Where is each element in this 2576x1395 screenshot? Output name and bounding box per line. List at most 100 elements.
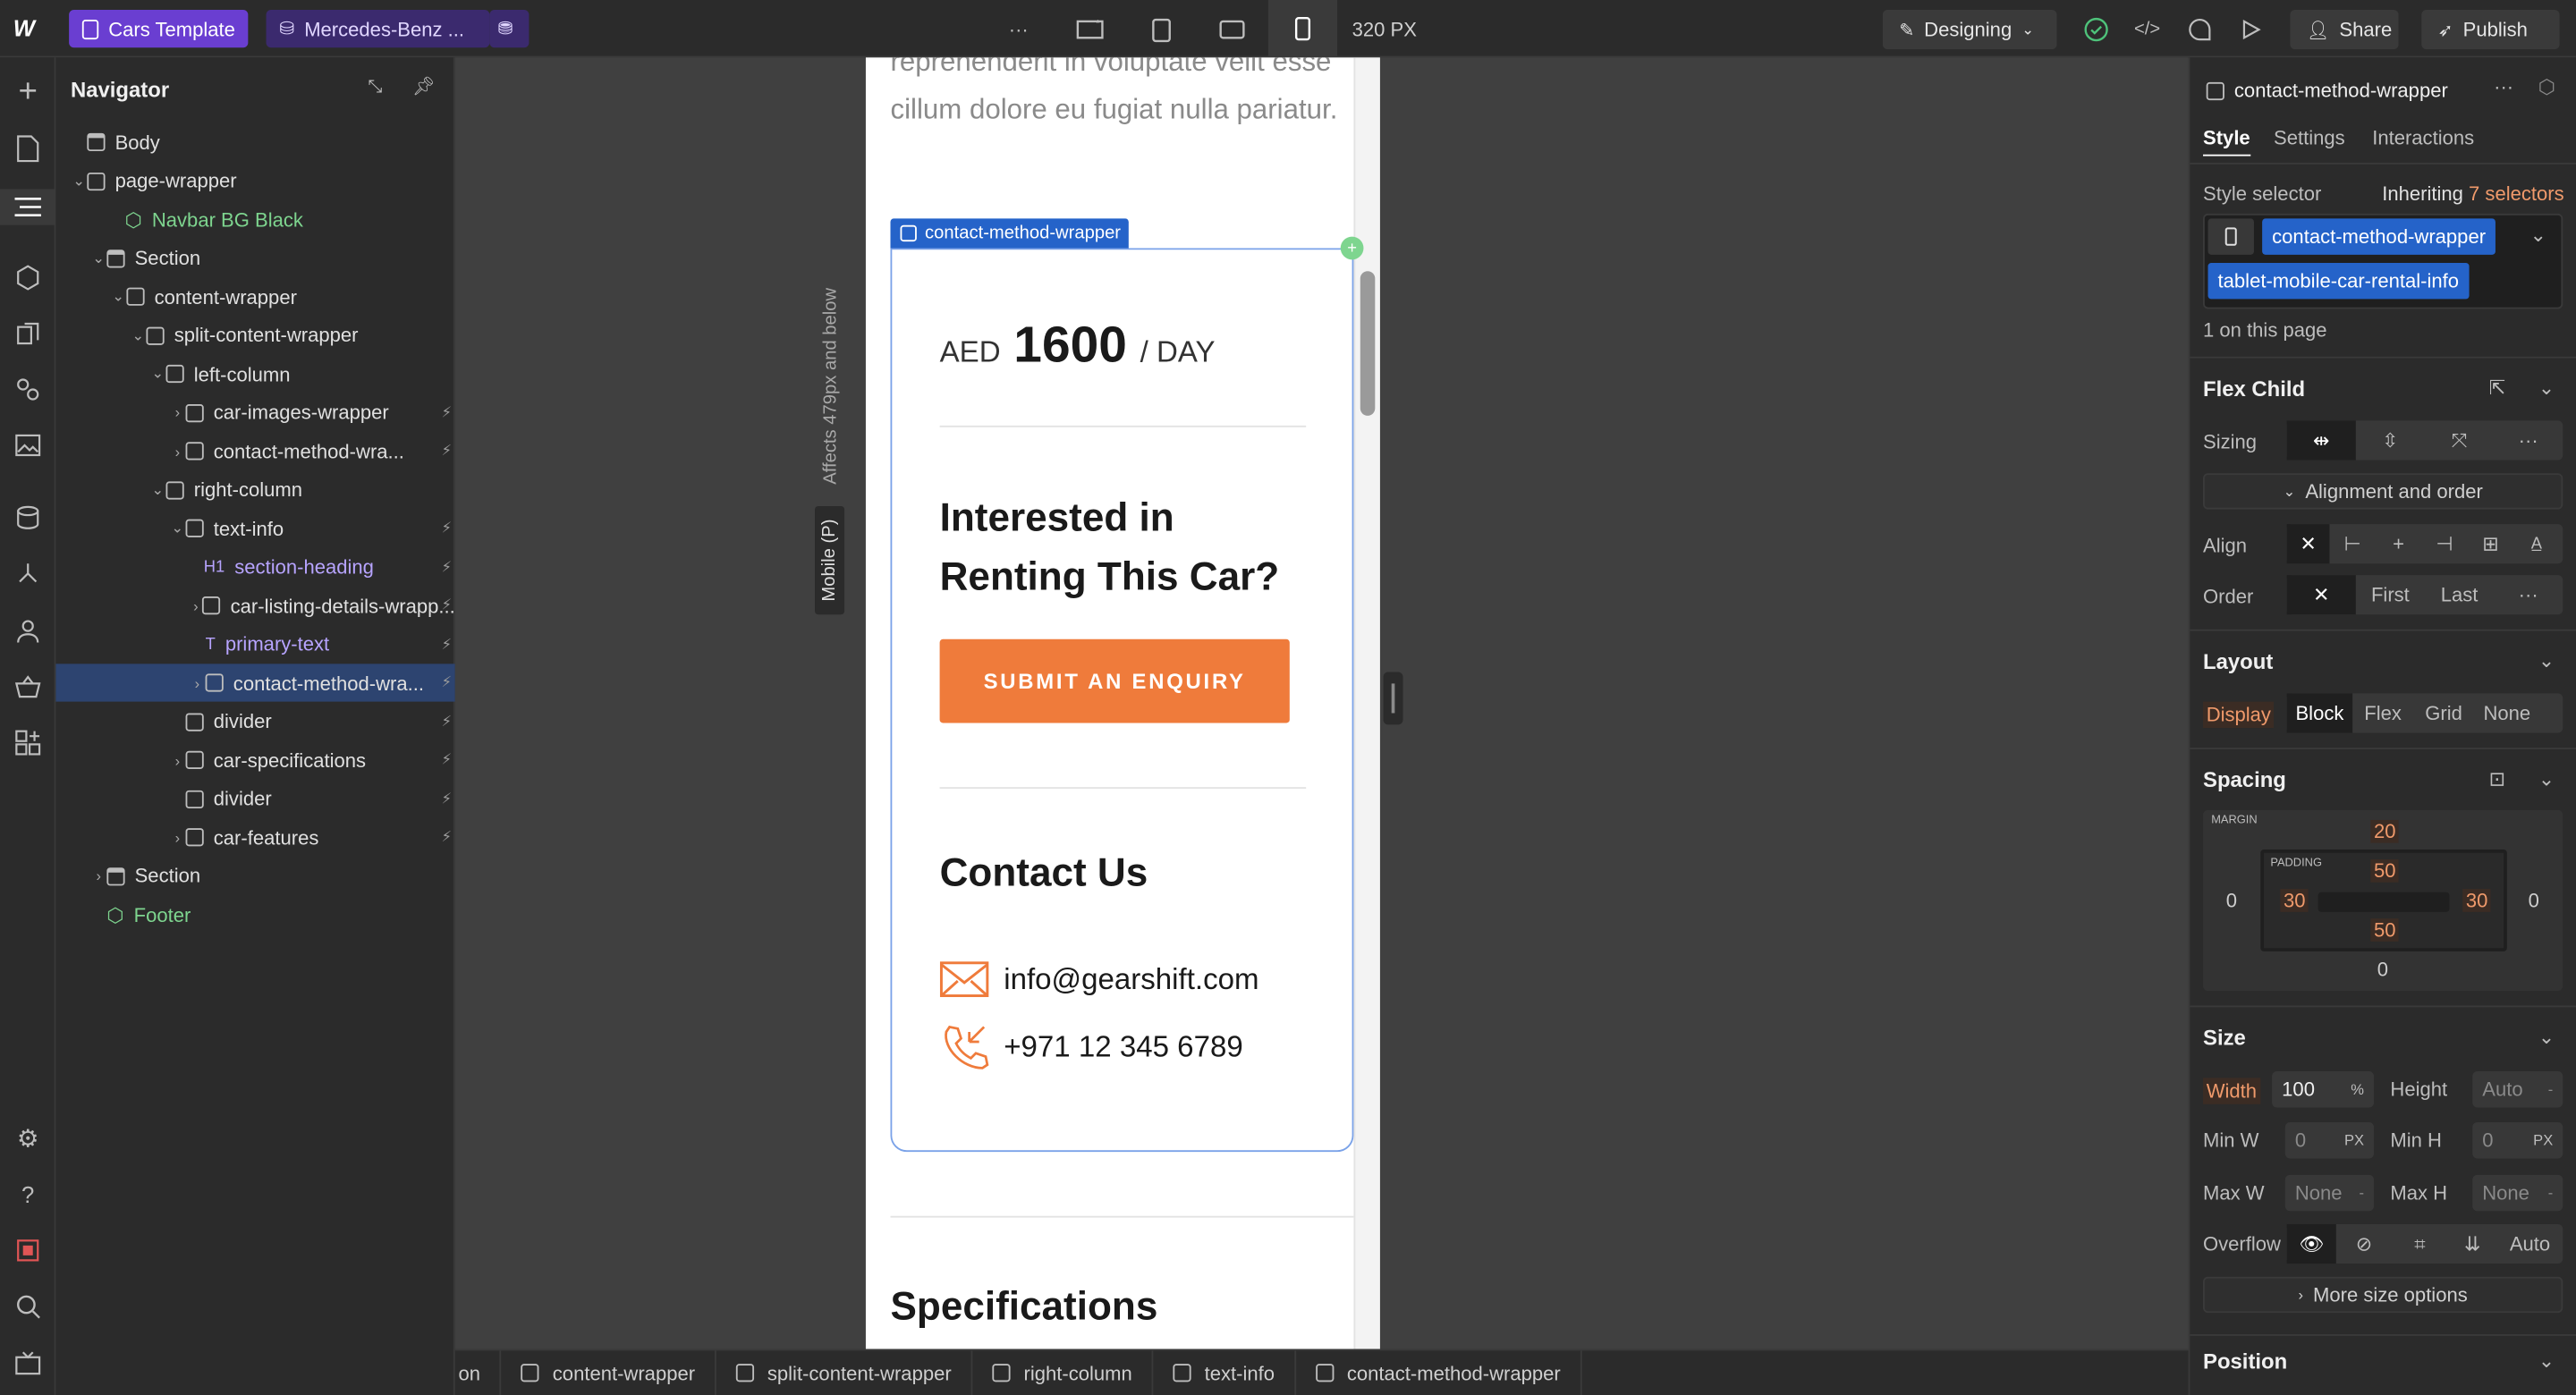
align-baseline-icon[interactable]: A̲: [2513, 535, 2559, 553]
align-end-icon[interactable]: ⊣: [2421, 532, 2467, 555]
order-first-button[interactable]: First: [2356, 583, 2425, 606]
breadcrumb-item[interactable]: contact-method-wrapper: [1296, 1349, 1582, 1395]
add-element-handle-icon[interactable]: +: [1340, 236, 1364, 260]
margin-top-value[interactable]: 20: [2370, 819, 2400, 843]
display-flex-button[interactable]: Flex: [2352, 702, 2413, 725]
sizing-grow-icon[interactable]: ⇳: [2356, 429, 2425, 452]
chevron-down-icon[interactable]: ⌄: [2530, 224, 2546, 247]
chevron-down-icon[interactable]: ⌄: [110, 288, 126, 306]
navigator-item[interactable]: › car-images-wrapper ⚡︎: [55, 393, 454, 431]
chevron-right-icon[interactable]: ›: [189, 597, 202, 613]
tab-settings[interactable]: Settings: [2274, 126, 2345, 149]
chevron-down-icon[interactable]: ⌄: [130, 326, 146, 344]
variables-icon[interactable]: [12, 373, 45, 406]
align-none-icon[interactable]: ✕: [2286, 524, 2330, 564]
check-circle-icon[interactable]: [2080, 13, 2113, 46]
order-more-icon[interactable]: ···: [2494, 583, 2563, 606]
more-size-options-toggle[interactable]: › More size options: [2203, 1276, 2563, 1314]
component-icon[interactable]: ⬡: [2538, 76, 2555, 99]
navigator-item[interactable]: ⌄ content-wrapper: [55, 278, 454, 316]
help-icon[interactable]: ?: [12, 1178, 45, 1211]
more-options-icon[interactable]: ···: [2494, 76, 2513, 99]
preview-play-icon[interactable]: [2234, 13, 2267, 46]
padding-bottom-value[interactable]: 50: [2370, 918, 2400, 942]
navigator-item[interactable]: › car-specifications ⚡︎: [55, 741, 454, 779]
assets-icon[interactable]: [12, 429, 45, 462]
navigator-item[interactable]: Tprimary-text ⚡︎: [55, 625, 454, 663]
sizing-more-icon[interactable]: ···: [2494, 429, 2563, 452]
submit-enquiry-button[interactable]: SUBMIT AN ENQUIRY: [939, 638, 1290, 723]
navigator-item[interactable]: › contact-method-wra... ⚡︎: [55, 664, 455, 702]
navigator-item[interactable]: ⌄ left-column: [55, 355, 454, 393]
collapse-chevron-icon[interactable]: ⌄: [2538, 767, 2555, 790]
align-stretch-icon[interactable]: ⊞: [2468, 532, 2513, 555]
width-unit[interactable]: %: [2351, 1081, 2364, 1097]
users-icon[interactable]: [12, 614, 45, 647]
margin-box[interactable]: MARGIN 20 0 0 0 PADDING 50 30 30 50: [2203, 809, 2563, 992]
selector-chip-combo[interactable]: tablet-mobile-car-rental-info: [2207, 263, 2470, 300]
chevron-down-icon[interactable]: ⌄: [149, 480, 165, 498]
navigator-item[interactable]: ⌄ right-column: [55, 470, 454, 508]
code-icon[interactable]: </>: [2131, 13, 2164, 46]
padding-top-value[interactable]: 50: [2370, 859, 2400, 883]
settings-gear-icon[interactable]: ⚙: [12, 1122, 45, 1155]
apps-icon[interactable]: [12, 726, 45, 759]
align-start-icon[interactable]: ⊢: [2329, 532, 2375, 555]
navigator-item[interactable]: divider ⚡︎: [55, 703, 454, 740]
pages-icon[interactable]: [12, 131, 45, 165]
chevron-right-icon[interactable]: ›: [169, 752, 185, 768]
overflow-hidden-icon[interactable]: ⊘: [2336, 1232, 2392, 1256]
publish-button[interactable]: ➶ Publish: [2421, 10, 2560, 50]
ecommerce-icon[interactable]: [12, 671, 45, 704]
selector-field[interactable]: contact-method-wrapper ⌄ tablet-mobile-c…: [2203, 213, 2563, 309]
chevron-down-icon[interactable]: ⌄: [71, 172, 87, 190]
record-icon[interactable]: [12, 1234, 45, 1267]
overflow-clip-icon[interactable]: ⌗: [2392, 1231, 2447, 1256]
width-input[interactable]: 100 %: [2272, 1071, 2375, 1108]
height-input[interactable]: Auto -: [2472, 1071, 2563, 1108]
email-row[interactable]: info@gearshift.com: [939, 961, 1259, 997]
navigator-item[interactable]: H1 section-heading ⚡︎: [55, 548, 454, 586]
selected-element-label[interactable]: contact-method-wrapper: [890, 218, 1130, 249]
max-width-unit-dash[interactable]: -: [2360, 1185, 2365, 1201]
min-height-input[interactable]: 0 PX: [2472, 1122, 2563, 1159]
order-none-icon[interactable]: ✕: [2286, 575, 2356, 615]
margin-bottom-value[interactable]: 0: [2377, 958, 2388, 981]
padding-box[interactable]: PADDING 50 30 30 50: [2260, 849, 2507, 951]
phone-row[interactable]: +971 12 345 6789: [940, 1022, 1243, 1071]
height-unit-dash[interactable]: -: [2548, 1081, 2554, 1097]
collapse-icon[interactable]: ⤡: [368, 77, 382, 98]
display-block-button[interactable]: Block: [2286, 693, 2353, 733]
pin-icon[interactable]: 📌︎: [412, 76, 436, 97]
navigator-item[interactable]: ⬡ Navbar BG Black: [55, 200, 454, 238]
chevron-right-icon[interactable]: ›: [169, 443, 185, 459]
padding-left-value[interactable]: 30: [2280, 889, 2309, 912]
page-selector-button[interactable]: ⛁ Mercedes-Benz ...: [266, 10, 490, 48]
collapse-chevron-icon[interactable]: ⌄: [2538, 1349, 2555, 1373]
alignment-order-toggle[interactable]: ⌄ Alignment and order: [2203, 473, 2563, 510]
min-width-input[interactable]: 0 PX: [2284, 1122, 2375, 1159]
search-icon[interactable]: [12, 1289, 45, 1323]
project-name-button[interactable]: Cars Template: [69, 10, 249, 48]
components-icon[interactable]: [12, 261, 45, 294]
video-tutorials-icon[interactable]: [12, 1348, 45, 1381]
navigator-icon[interactable]: [0, 189, 56, 225]
flex-child-help-icon[interactable]: ⇱: [2489, 376, 2505, 400]
overflow-visible-icon[interactable]: 👁︎: [2286, 1223, 2336, 1264]
breadcrumb-item[interactable]: split-content-wrapper: [716, 1349, 973, 1395]
desktop-breakpoint-icon[interactable]: *: [1074, 13, 1107, 46]
selector-chip-primary[interactable]: contact-method-wrapper: [2262, 218, 2496, 255]
navigator-item[interactable]: › car-listing-details-wrapp... ⚡︎: [55, 587, 455, 624]
webflow-logo-icon[interactable]: W: [13, 15, 47, 45]
tablet-breakpoint-icon[interactable]: [1145, 13, 1178, 46]
max-height-unit-dash[interactable]: -: [2548, 1185, 2554, 1201]
resize-handle[interactable]: [1383, 672, 1403, 725]
spacing-preset-icon[interactable]: ⊡: [2489, 767, 2505, 790]
display-none-button[interactable]: None: [2474, 702, 2539, 725]
align-center-icon[interactable]: +: [2376, 532, 2421, 555]
navigator-item[interactable]: ⌄ Section: [55, 239, 454, 276]
cms-collection-button[interactable]: ⛃: [489, 10, 530, 48]
overflow-auto-button[interactable]: Auto: [2497, 1232, 2563, 1256]
collapse-chevron-icon[interactable]: ⌄: [2538, 376, 2555, 400]
mode-selector-button[interactable]: ✎ Designing ⌄: [1882, 10, 2057, 50]
